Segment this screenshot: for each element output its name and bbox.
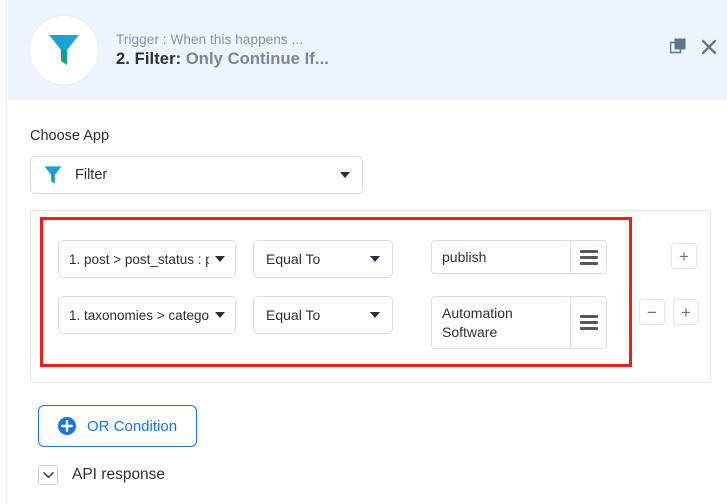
choose-app-label: Choose App <box>30 128 110 144</box>
condition-field-value: 1. post > post_status : p <box>69 251 209 267</box>
trigger-subtitle: Trigger : When this happens ... <box>116 31 304 47</box>
step-header: Trigger : When this happens ... 2. Filte… <box>8 0 727 100</box>
hamburger-bar <box>579 315 598 318</box>
condition-value-group <box>431 240 607 274</box>
filter-step-editor: Trigger : When this happens ... 2. Filte… <box>0 0 727 504</box>
hamburger-bar <box>579 327 598 330</box>
app-select-dropdown[interactable]: Filter <box>30 156 363 194</box>
or-condition-button[interactable]: OR Condition <box>38 405 198 447</box>
close-icon[interactable] <box>701 39 717 55</box>
chevron-down-icon <box>370 312 380 318</box>
condition-row: 1. post > post_status : p Equal To <box>58 240 607 278</box>
remove-condition-button[interactable]: − <box>639 299 665 325</box>
header-text-block: Trigger : When this happens ... 2. Filte… <box>116 32 329 69</box>
condition-field-value: 1. taxonomies > catego <box>69 307 209 323</box>
api-response-toggle[interactable]: API response <box>38 465 165 485</box>
conditions-panel: 1. post > post_status : p Equal To publi… <box>30 210 711 383</box>
condition-operator-select[interactable]: Equal To <box>253 296 393 334</box>
chevron-down-icon <box>38 465 58 485</box>
avatar <box>30 16 98 84</box>
hamburger-icon[interactable] <box>571 240 607 274</box>
condition-operator-value: Equal To <box>266 251 321 267</box>
plus-circle-icon <box>58 417 76 435</box>
condition-field-select[interactable]: 1. taxonomies > catego <box>58 296 236 334</box>
condition-value-input[interactable] <box>431 240 571 274</box>
header-actions <box>670 38 717 55</box>
api-response-label: API response <box>72 466 166 483</box>
add-condition-button[interactable]: + <box>671 243 697 269</box>
condition-row: 1. taxonomies > catego Equal To <box>58 296 607 349</box>
hamburger-bar <box>579 321 598 324</box>
app-select-value: Filter <box>75 167 108 183</box>
add-condition-button[interactable]: + <box>673 299 699 325</box>
hamburger-bar <box>579 249 598 253</box>
step-name: Only Continue If... <box>181 49 329 68</box>
condition-operator-value: Equal To <box>266 307 321 323</box>
hamburger-bar <box>579 255 598 259</box>
step-prefix: 2. Filter: <box>116 49 182 68</box>
hamburger-icon[interactable] <box>571 296 607 349</box>
filter-funnel-icon <box>43 164 63 186</box>
condition-value-group <box>431 296 607 349</box>
condition-value-input[interactable] <box>431 296 571 349</box>
chevron-down-icon <box>340 172 350 178</box>
condition-operator-select[interactable]: Equal To <box>253 240 393 278</box>
step-body: Choose App Filter 1. post > post_status … <box>8 100 727 504</box>
row-actions: + <box>671 243 697 269</box>
hamburger-bar <box>579 261 598 265</box>
chevron-down-icon <box>370 256 380 262</box>
page-title: 2. Filter: Only Continue If... <box>116 50 329 69</box>
condition-field-select[interactable]: 1. post > post_status : p <box>58 240 236 278</box>
row-actions: − + <box>639 299 699 325</box>
filter-funnel-icon <box>49 35 79 65</box>
left-gutter <box>0 0 7 504</box>
duplicate-icon[interactable] <box>670 38 687 55</box>
chevron-down-icon <box>215 312 225 318</box>
or-condition-label: OR Condition <box>87 417 178 435</box>
chevron-down-icon <box>215 256 225 262</box>
